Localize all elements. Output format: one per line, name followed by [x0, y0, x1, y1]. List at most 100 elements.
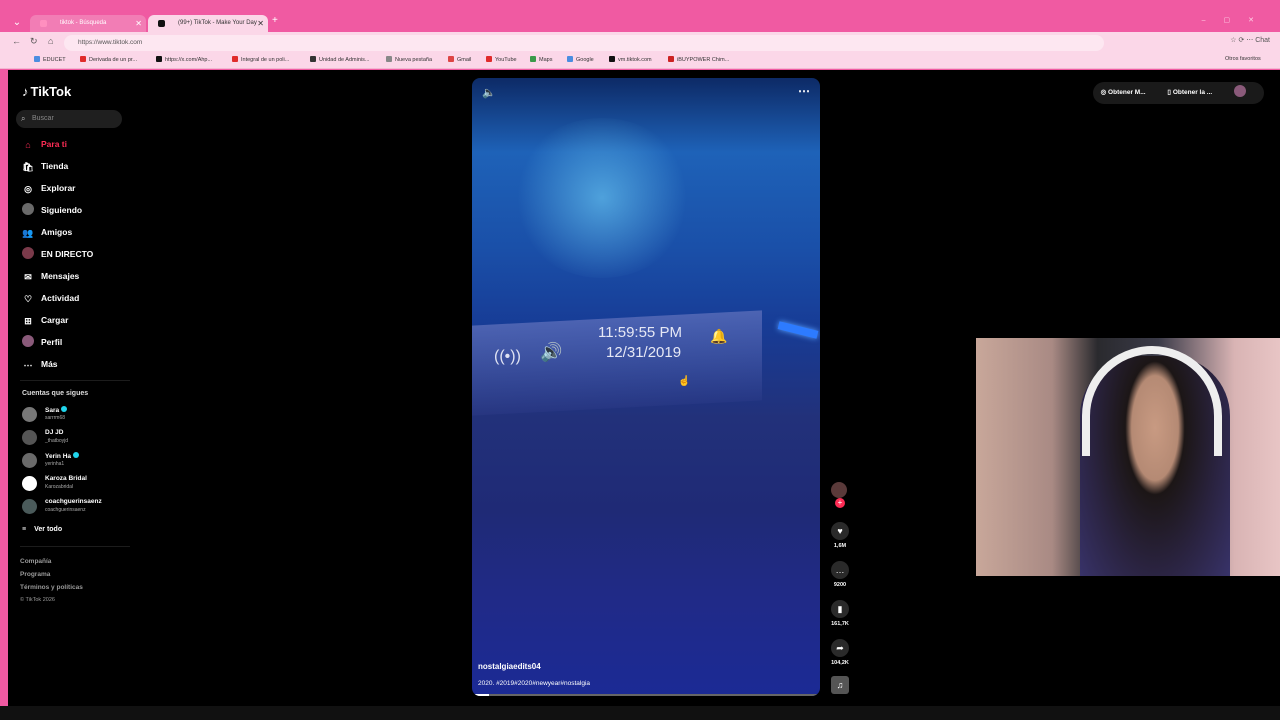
more-options-icon[interactable]: ⋯ — [798, 84, 810, 98]
video-clock-time: 11:59:55 PM — [598, 324, 682, 341]
sidebar-item-tienda[interactable]: 🛍 Tienda — [22, 158, 68, 174]
see-all-button[interactable]: ≡ Ver todo — [22, 526, 62, 533]
tiktok-favicon-icon — [158, 20, 165, 27]
like-button[interactable]: ♥ 1,6M — [829, 522, 851, 549]
verified-icon — [73, 452, 80, 458]
follow-plus-icon[interactable]: + — [835, 498, 845, 508]
bookmark-item[interactable]: YouTube — [486, 56, 517, 63]
avatar — [22, 430, 37, 445]
account-name: coachguerinsaenz — [45, 498, 102, 505]
bookmarks-bar: EDUCET Derivada de un pr... https://x.co… — [0, 54, 1280, 69]
url-field[interactable]: https://www.tiktok.com — [64, 35, 1104, 51]
search-input[interactable]: ⌕ Buscar — [16, 110, 122, 128]
bookmark-item[interactable]: Google — [567, 56, 594, 63]
bookmark-item[interactable]: https://x.com/Ahp... — [156, 56, 212, 63]
sidebar-item-amigos[interactable]: 👥 Amigos — [22, 224, 72, 240]
verified-icon — [61, 406, 68, 412]
comment-icon: … — [831, 561, 849, 579]
shop-icon: 🛍 — [22, 162, 34, 172]
sound-disc[interactable]: ♫ — [829, 676, 851, 694]
top-right-actions: ◎ Obtener M... ▯ Obtener la ... — [1092, 82, 1264, 104]
share-icon: ➦ — [831, 639, 849, 657]
sidebar-item-mas[interactable]: ⋯ Más — [22, 356, 58, 372]
compass-icon: ◎ — [24, 184, 32, 194]
back-icon[interactable]: ← — [12, 36, 21, 46]
profile-avatar[interactable] — [1234, 85, 1246, 97]
search-icon: ⌕ — [21, 114, 26, 123]
browser-tab-search[interactable]: tiktok - Búsqueda ✕ — [30, 15, 146, 32]
copyright: © TikTok 2026 — [20, 597, 55, 603]
home-icon[interactable]: ⌂ — [48, 36, 53, 46]
tiktok-logo[interactable]: ♪ TikTok — [22, 84, 71, 99]
bookmark-icon: ▮ — [831, 600, 849, 618]
sidebar-item-explorar[interactable]: ◎ Explorar — [22, 180, 75, 196]
bookmark-item[interactable]: vm.tiktok.com — [609, 56, 652, 63]
close-icon[interactable]: ✕ — [257, 15, 264, 32]
address-bar-row: ← ↻ ⌂ https://www.tiktok.com ☆ ⟳ ⋯ Chat — [0, 32, 1280, 54]
bookmark-item[interactable]: Integral de un poli... — [232, 56, 289, 63]
bookmark-item[interactable]: Unidad de Adminis... — [310, 56, 369, 63]
avatar — [22, 407, 37, 422]
sidebar-item-siguiendo[interactable]: Siguiendo — [22, 202, 82, 218]
reload-icon[interactable]: ↻ — [30, 36, 38, 47]
comment-count: 9200 — [833, 582, 847, 588]
divider — [20, 380, 130, 381]
bookmark-item[interactable]: Gmail — [448, 56, 471, 63]
bookmark-item[interactable]: Nueva pestaña — [386, 56, 432, 63]
video-progress-bar[interactable] — [472, 694, 820, 696]
notification-icon: 🔔 — [710, 328, 728, 344]
comment-button[interactable]: … 9200 — [829, 561, 851, 588]
footer-link-program[interactable]: Programa — [20, 571, 50, 578]
upload-icon: ⊞ — [24, 316, 32, 326]
tab-list-icon[interactable]: ⌄ — [10, 16, 24, 30]
browser-tab-tiktok[interactable]: (99+) TikTok - Make Your Day ✕ — [148, 15, 268, 32]
sidebar-item-para-ti[interactable]: ⌂ Para ti — [22, 136, 67, 152]
other-bookmarks[interactable]: Otros favoritos — [1225, 56, 1261, 62]
sidebar-item-perfil[interactable]: Perfil — [22, 334, 62, 350]
tab-title: tiktok - Búsqueda — [60, 20, 107, 26]
volume-icon[interactable]: 🔈 — [482, 86, 496, 99]
music-disc-icon: ♫ — [831, 676, 849, 694]
browser-toolbar-icons[interactable]: ☆ ⟳ ⋯ Chat — [1230, 36, 1270, 44]
sidebar-item-mensajes[interactable]: ✉ Mensajes — [22, 268, 79, 284]
bookmark-item[interactable]: iBUYPOWER Chim... — [668, 56, 729, 63]
save-button[interactable]: ▮ 161,7K — [829, 600, 851, 627]
sidebar-item-cargar[interactable]: ⊞ Cargar — [22, 312, 68, 328]
account-name: DJ JD — [45, 429, 64, 436]
profile-icon — [22, 335, 34, 347]
cursor-icon: ☝ — [678, 376, 691, 387]
new-tab-icon[interactable]: + — [272, 15, 278, 26]
video-clock-date: 12/31/2019 — [606, 344, 682, 361]
avatar — [22, 476, 37, 491]
bookmark-item[interactable]: EDUCET — [34, 56, 66, 63]
sidebar-item-actividad[interactable]: ♡ Actividad — [22, 290, 79, 306]
bookmark-item[interactable]: Maps — [530, 56, 552, 63]
creator-avatar[interactable] — [831, 482, 847, 498]
account-username: yerinha1 — [45, 461, 65, 467]
get-app-button[interactable]: ◎ Obtener M... — [1101, 89, 1156, 96]
sidebar-item-en-directo[interactable]: EN DIRECTO — [22, 246, 93, 262]
like-count: 1,6M — [833, 543, 847, 549]
video-author[interactable]: nostalgiaedits04 — [478, 662, 541, 671]
message-icon: ✉ — [24, 272, 32, 282]
bookmark-item[interactable]: Derivada de un pr... — [80, 56, 137, 63]
tiktok-note-icon: ♪ — [22, 84, 29, 99]
following-section-title: Cuentas que sigues — [22, 390, 89, 397]
window-controls[interactable]: –▢✕ — [1202, 16, 1272, 24]
avatar — [22, 499, 37, 514]
live-icon — [22, 247, 34, 259]
chat-button: Chat — [1255, 37, 1270, 44]
footer-link-terms[interactable]: Términos y políticas — [20, 584, 83, 591]
video-player[interactable]: ((•)) 🔊 11:59:55 PM 12/31/2019 🔔 ☝ 🔈 ⋯ n… — [472, 78, 820, 696]
friends-icon: 👥 — [22, 228, 34, 238]
account-name: Yerin Ha — [45, 453, 72, 460]
share-count: 104,2K — [831, 660, 849, 666]
get-desktop-button[interactable]: ▯ Obtener la ... — [1167, 89, 1222, 96]
share-button[interactable]: ➦ 104,2K — [829, 639, 851, 666]
account-username: _thatboyjd — [45, 438, 69, 444]
close-icon[interactable]: ✕ — [135, 15, 142, 32]
speaker-icon: 🔊 — [540, 342, 563, 362]
account-username: coachguerinsaenz — [45, 507, 86, 513]
footer-link-company[interactable]: Compañía — [20, 558, 51, 565]
tab-favicon-icon — [40, 20, 47, 27]
